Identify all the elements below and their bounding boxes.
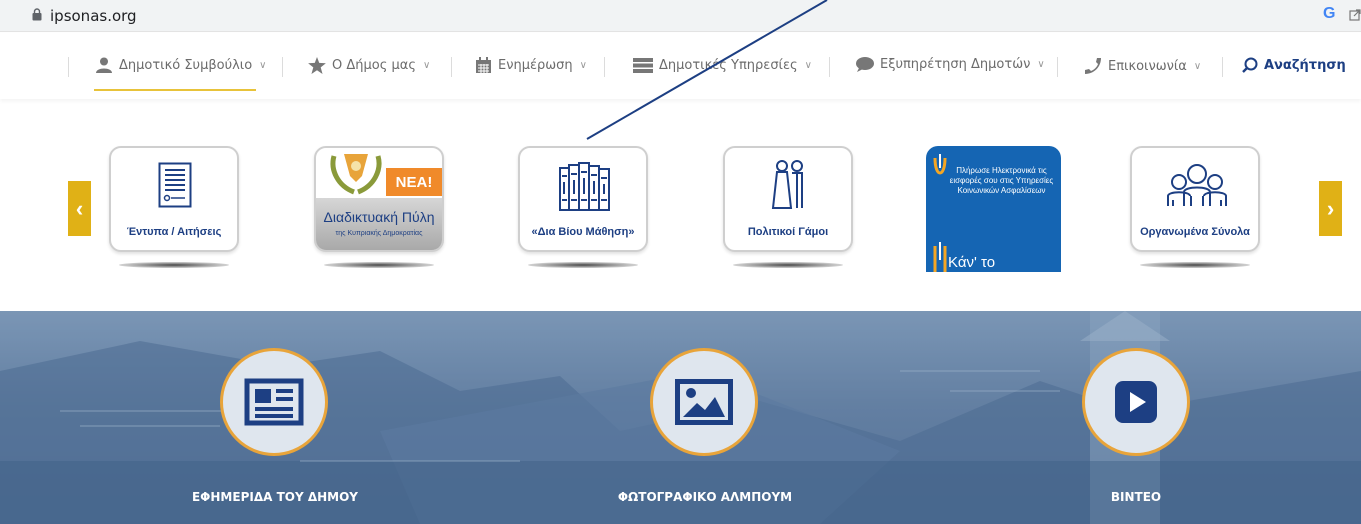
annotation-line bbox=[586, 0, 828, 140]
